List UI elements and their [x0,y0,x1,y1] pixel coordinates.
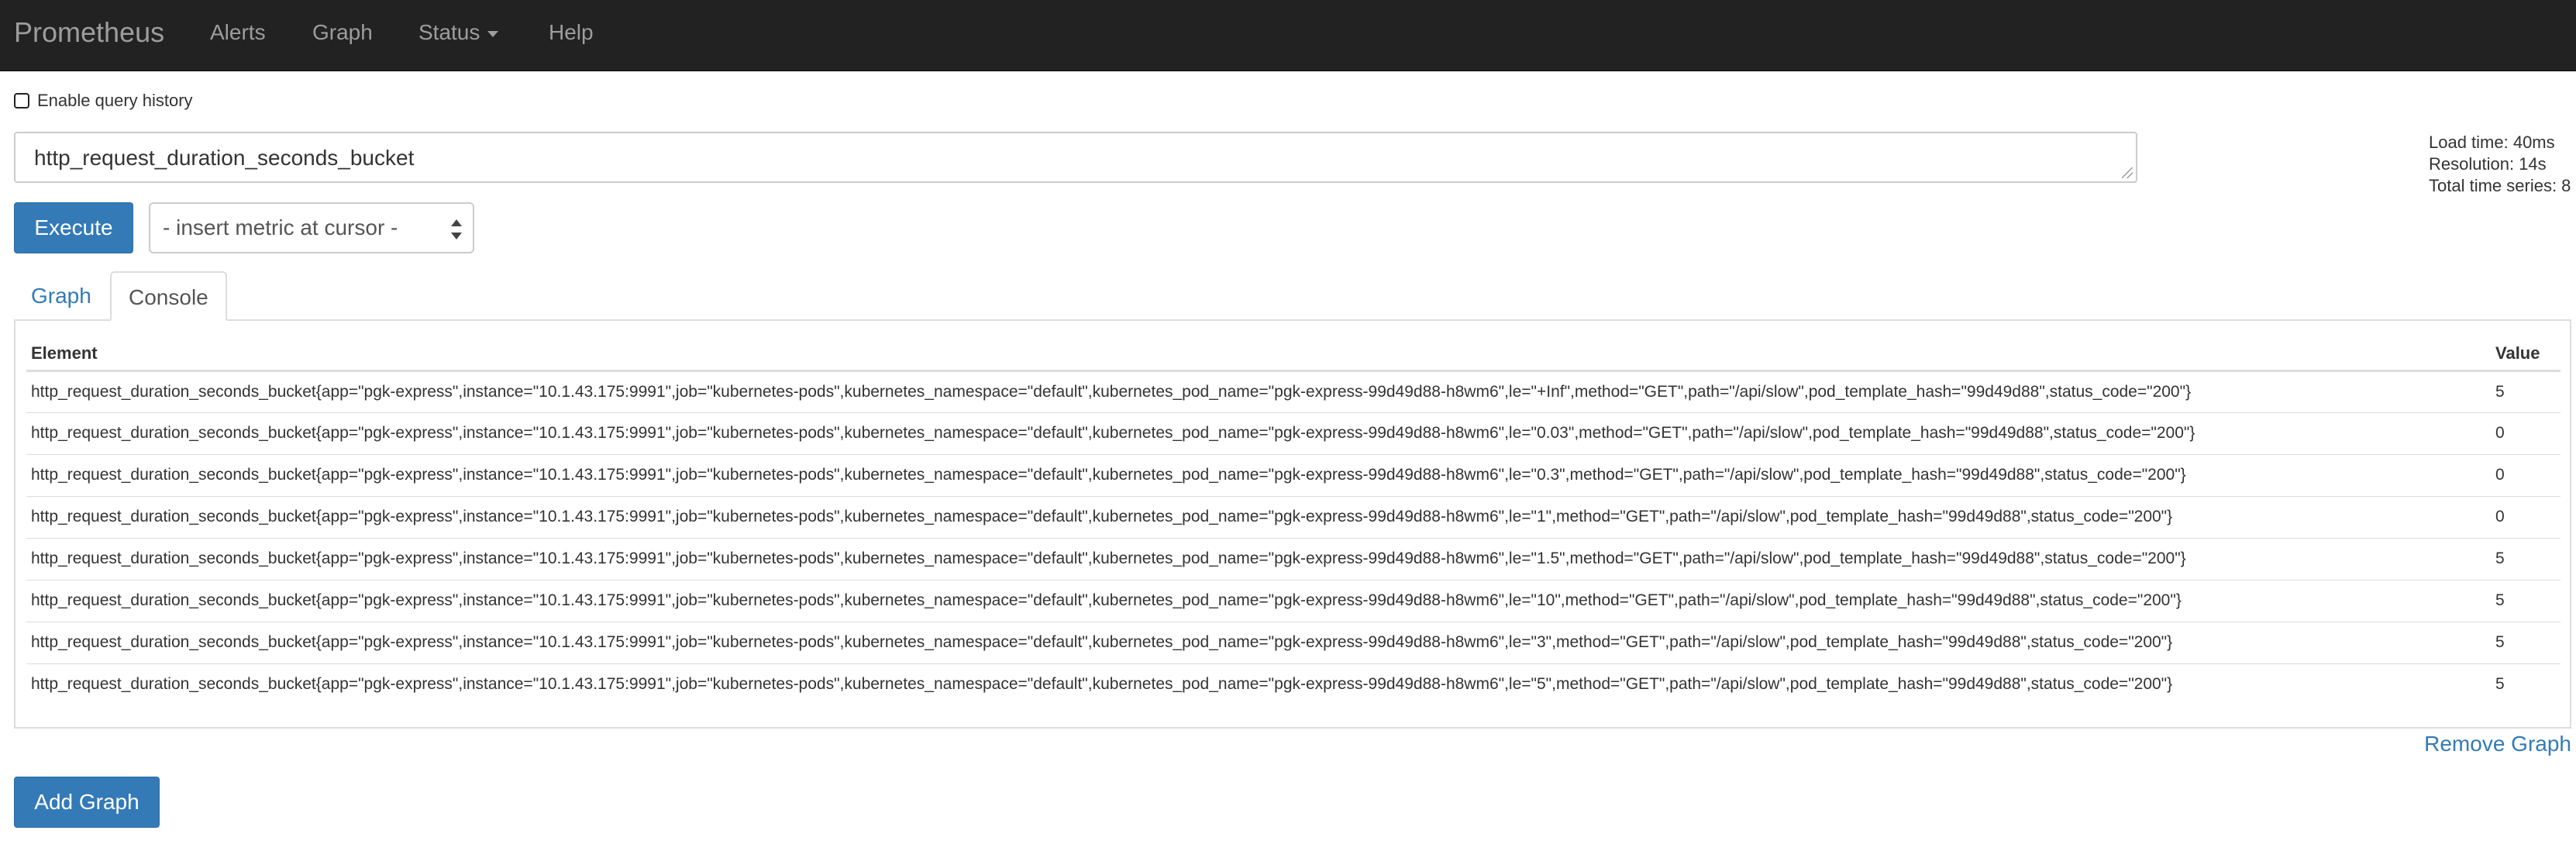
row-value: 5 [2491,579,2561,622]
row-value: 5 [2491,621,2561,663]
execute-button[interactable]: Execute [14,202,133,253]
row-element: http_request_duration_seconds_bucket{app… [26,663,2491,705]
table-row: http_request_duration_seconds_bucket{app… [26,621,2561,663]
query-history-label: Enable query history [37,91,193,110]
row-value: 0 [2491,453,2561,496]
table-row: http_request_duration_seconds_bucket{app… [26,495,2561,538]
nav-status[interactable]: Status [418,20,499,45]
expression-input[interactable]: http_request_duration_seconds_bucket [14,132,2137,183]
add-graph-button[interactable]: Add Graph [14,777,160,828]
column-header-element: Element [26,338,2491,372]
nav-alerts[interactable]: Alerts [210,20,266,45]
row-element: http_request_duration_seconds_bucket{app… [26,495,2491,538]
row-value: 0 [2491,495,2561,538]
nav-status-label: Status [418,20,480,44]
row-value: 0 [2491,412,2561,454]
table-row: http_request_duration_seconds_bucket{app… [26,579,2561,622]
load-time: Load time: 40ms [2429,133,2555,152]
top-navbar: Prometheus Alerts Graph Status Help [0,0,2576,71]
query-history-checkbox[interactable] [14,93,29,109]
tab-console[interactable]: Console [110,271,227,321]
brand-link[interactable]: Prometheus [14,17,164,48]
insert-metric-select[interactable]: - insert metric at cursor - [149,202,474,253]
tab-graph[interactable]: Graph [14,271,108,321]
expression-text: http_request_duration_seconds_bucket [34,146,415,170]
row-element: http_request_duration_seconds_bucket{app… [26,412,2491,454]
row-value: 5 [2491,370,2561,412]
nav-graph[interactable]: Graph [312,20,373,45]
query-history-toggle[interactable]: Enable query history [14,91,193,111]
nav-help[interactable]: Help [549,20,594,45]
row-element: http_request_duration_seconds_bucket{app… [26,579,2491,622]
table-header-row: Element Value [26,338,2561,372]
results-table: Element Value http_request_duration_seco… [26,338,2561,705]
row-element: http_request_duration_seconds_bucket{app… [26,453,2491,496]
table-row: http_request_duration_seconds_bucket{app… [26,663,2561,705]
row-value: 5 [2491,537,2561,580]
row-value: 5 [2491,663,2561,705]
table-row: http_request_duration_seconds_bucket{app… [26,412,2561,454]
console-panel: Element Value http_request_duration_seco… [14,319,2571,729]
caret-down-icon [487,30,499,37]
resolution: Resolution: 14s [2429,154,2547,174]
row-element: http_request_duration_seconds_bucket{app… [26,370,2491,412]
table-row: http_request_duration_seconds_bucket{app… [26,537,2561,580]
insert-metric-label: - insert metric at cursor - [163,215,398,239]
table-row: http_request_duration_seconds_bucket{app… [26,453,2561,496]
total-time-series: Total time series: 8 [2429,176,2571,195]
row-element: http_request_duration_seconds_bucket{app… [26,621,2491,663]
row-element: http_request_duration_seconds_bucket{app… [26,537,2491,580]
select-arrows-icon [451,219,462,239]
column-header-value: Value [2491,338,2561,372]
table-row: http_request_duration_seconds_bucket{app… [26,370,2561,412]
resize-handle-icon[interactable] [2122,167,2133,178]
query-stats: Load time: 40ms Resolution: 14s Total ti… [2429,132,2571,197]
remove-graph-link[interactable]: Remove Graph [2424,732,2571,756]
